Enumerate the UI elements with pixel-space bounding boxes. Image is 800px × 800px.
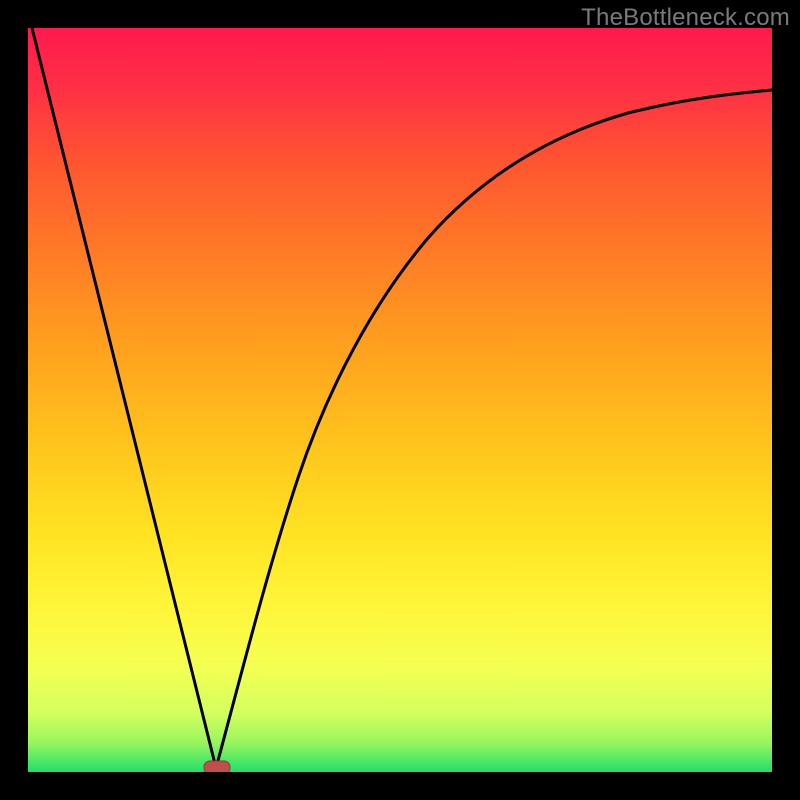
plot-area [28, 28, 772, 772]
chart-svg [28, 28, 772, 772]
gradient-background [28, 28, 772, 772]
min-marker [204, 761, 230, 772]
